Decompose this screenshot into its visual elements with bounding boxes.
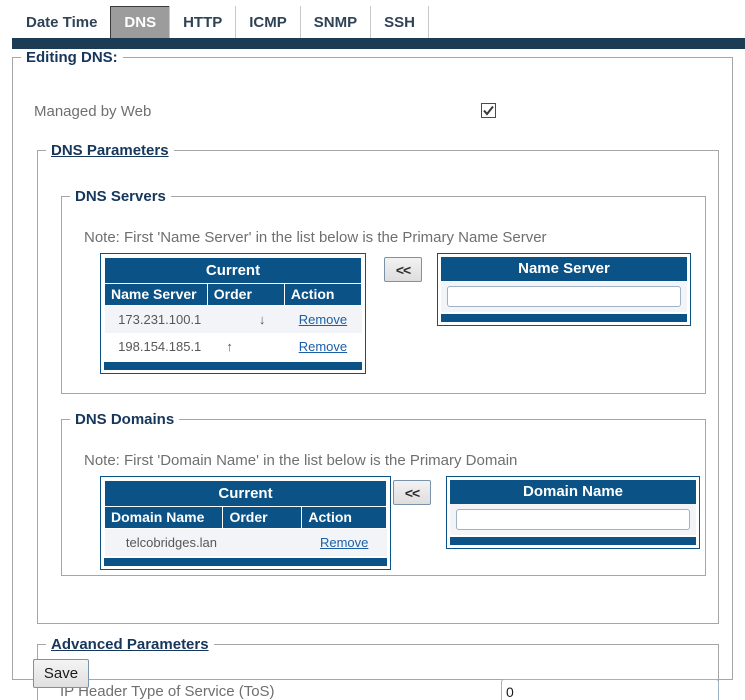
table-row: telcobridges.lan Remove: [105, 528, 387, 556]
table-row: 173.231.100.1 ↓ Remove: [105, 305, 362, 333]
name-server-value: 173.231.100.1: [105, 305, 208, 333]
tab-strip: Date Time DNS HTTP ICMP SNMP SSH: [14, 6, 429, 38]
tos-row: IP Header Type of Service (ToS): [60, 679, 700, 700]
move-down-icon[interactable]: ↓: [246, 306, 279, 333]
column-header-order: Order: [223, 507, 302, 529]
dns-parameters-section: DNS Parameters DNS Servers Note: First '…: [37, 142, 719, 624]
table-footer-bar: [104, 558, 387, 566]
action-cell: Remove: [284, 333, 361, 360]
name-server-value: 198.154.185.1: [105, 333, 208, 360]
move-up-icon[interactable]: ↑: [213, 333, 246, 360]
editing-dns-section: Editing DNS: Managed by Web DNS Paramete…: [12, 49, 733, 680]
dns-settings-page: Date Time DNS HTTP ICMP SNMP SSH Editing…: [0, 0, 745, 700]
table-footer-bar: [104, 362, 362, 370]
dns-domains-table-title: Current: [105, 481, 387, 507]
domain-name-entry-body: [450, 504, 696, 535]
dns-servers-note: Note: First 'Name Server' in the list be…: [84, 229, 547, 246]
table-header-row: Name Server Order Action: [105, 284, 362, 306]
dns-domains-section: DNS Domains Note: First 'Domain Name' in…: [61, 411, 706, 576]
remove-link[interactable]: Remove: [299, 312, 347, 327]
dns-parameters-legend: DNS Parameters: [46, 142, 174, 159]
managed-by-web-label: Managed by Web: [34, 103, 151, 120]
dns-servers-section: DNS Servers Note: First 'Name Server' in…: [61, 188, 706, 394]
remove-link[interactable]: Remove: [320, 535, 368, 550]
entry-footer-bar: [450, 537, 696, 545]
managed-by-web-checkbox[interactable]: [481, 103, 496, 118]
domain-name-entry-title: Domain Name: [450, 480, 696, 504]
managed-by-web-row: Managed by Web: [34, 102, 714, 126]
domain-name-input[interactable]: [456, 509, 690, 530]
save-button[interactable]: Save: [33, 659, 89, 688]
remove-link[interactable]: Remove: [299, 339, 347, 354]
name-server-entry-box: Name Server: [437, 253, 691, 326]
action-cell: Remove: [284, 305, 361, 333]
advanced-parameters-legend: Advanced Parameters: [46, 636, 214, 653]
action-cell: Remove: [302, 528, 387, 556]
add-domain-name-button[interactable]: <<: [393, 480, 431, 505]
column-header-order: Order: [207, 284, 284, 306]
table-row: 198.154.185.1 ↑ Remove: [105, 333, 362, 360]
dns-servers-table-title: Current: [105, 258, 362, 284]
tos-label: IP Header Type of Service (ToS): [60, 683, 275, 700]
table-header-row: Domain Name Order Action: [105, 507, 387, 529]
entry-footer-bar: [441, 314, 687, 322]
tab-dns[interactable]: DNS: [110, 6, 170, 38]
tab-ssh[interactable]: SSH: [370, 6, 429, 38]
tab-icmp[interactable]: ICMP: [235, 6, 301, 38]
header-accent-bar: [12, 38, 745, 49]
dns-servers-table-box: Current Name Server Order Action 173.231…: [100, 253, 366, 374]
add-name-server-button[interactable]: <<: [384, 257, 422, 282]
tab-http[interactable]: HTTP: [169, 6, 236, 38]
move-up-icon[interactable]: [213, 306, 246, 333]
column-header-action: Action: [302, 507, 387, 529]
tos-input[interactable]: [501, 679, 719, 700]
tab-bar: Date Time DNS HTTP ICMP SNMP SSH: [0, 0, 745, 38]
domain-name-value: telcobridges.lan: [105, 528, 223, 556]
order-cell: [223, 528, 302, 556]
name-server-entry-title: Name Server: [441, 257, 687, 281]
column-header-action: Action: [284, 284, 361, 306]
checkmark-icon: [482, 104, 495, 117]
dns-domains-table: Current Domain Name Order Action telcobr…: [104, 480, 387, 556]
editing-dns-legend: Editing DNS:: [21, 49, 123, 66]
domain-name-entry-box: Domain Name: [446, 476, 700, 549]
name-server-entry-body: [441, 281, 687, 312]
tab-date-time[interactable]: Date Time: [13, 6, 111, 38]
column-header-name-server: Name Server: [105, 284, 208, 306]
column-header-domain-name: Domain Name: [105, 507, 223, 529]
advanced-parameters-section: Advanced Parameters IP Header Type of Se…: [37, 636, 719, 700]
table-title-row: Current: [105, 481, 387, 507]
dns-domains-legend: DNS Domains: [70, 411, 179, 428]
dns-domains-table-box: Current Domain Name Order Action telcobr…: [100, 476, 391, 570]
order-cell: ↓: [207, 305, 284, 333]
table-title-row: Current: [105, 258, 362, 284]
move-up-icon[interactable]: [229, 529, 262, 556]
move-down-icon[interactable]: [246, 333, 279, 360]
move-down-icon[interactable]: [262, 529, 295, 556]
name-server-input[interactable]: [447, 286, 681, 307]
dns-domains-note: Note: First 'Domain Name' in the list be…: [84, 452, 517, 469]
dns-servers-table: Current Name Server Order Action 173.231…: [104, 257, 362, 360]
dns-servers-legend: DNS Servers: [70, 188, 171, 205]
tab-snmp[interactable]: SNMP: [300, 6, 371, 38]
order-cell: ↑: [207, 333, 284, 360]
